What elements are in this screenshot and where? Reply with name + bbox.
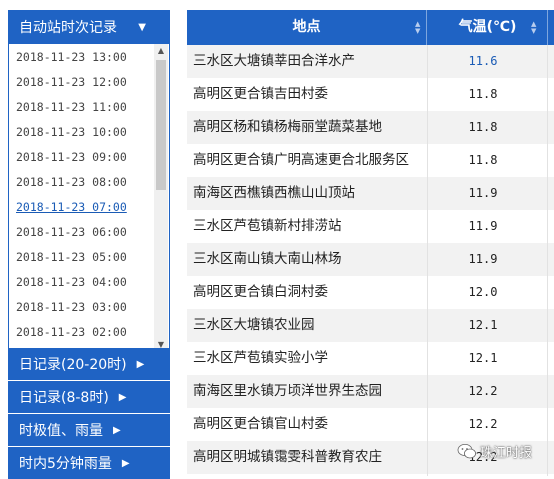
time-item[interactable]: 2018-11-23 11:00 (16, 97, 146, 117)
location-cell: 三水区大塘镇莘田合洋水产 (193, 53, 355, 69)
temperature-cell: 12.2 (468, 417, 498, 431)
temperature-cell: 11.8 (468, 120, 498, 134)
temperature-cell: 12.1 (468, 318, 498, 332)
wechat-icon (457, 443, 476, 458)
location-cell: 三水区芦苞镇新村排涝站 (193, 218, 342, 234)
time-item[interactable]: 2018-11-23 13:00 (16, 47, 146, 67)
column-divider (547, 45, 548, 476)
location-column-header[interactable]: 地点 (187, 10, 427, 45)
location-cell: 南海区西樵镇西樵山山顶站 (193, 185, 355, 201)
column-divider (427, 45, 428, 476)
hourly-records-title: 自动站时次记录 (19, 20, 117, 36)
table-row[interactable]: 三水区大塘镇农业园 12.1 (187, 309, 554, 342)
location-cell: 三水区芦苞镇实验小学 (193, 350, 328, 366)
left-panel: 自动站时次记录 ▼ 2018-11-23 13:00 2018-11-23 12… (8, 10, 170, 479)
location-cell: 高明区更合镇官山村委 (193, 416, 328, 432)
time-item[interactable]: 2018-11-23 04:00 (16, 272, 146, 292)
temperature-header-label: 气温(℃) (458, 19, 517, 35)
watermark-text: 珠江时报 (480, 445, 533, 461)
temperature-table: 地点 ▲ ▼ 气温(℃) ▲ ▼ 三水区大塘镇莘田合洋水产 11.6 高明区更合镇吉… (187, 10, 554, 476)
menu-label: 时极值、雨量 (19, 423, 103, 439)
caret-right-icon: ▶ (118, 391, 127, 403)
time-item[interactable]: 2018-11-23 09:00 (16, 147, 146, 167)
menu-label: 时内5分钟雨量 (19, 456, 112, 472)
sort-icon[interactable]: ▲ ▼ (531, 21, 539, 35)
table-row[interactable]: 高明区更合镇广明高速更合北服务区 11.8 (187, 144, 554, 177)
time-item[interactable]: 2018-11-23 03:00 (16, 297, 146, 317)
location-cell: 三水区南山镇大南山林场 (193, 251, 342, 267)
time-item[interactable]: 2018-11-23 06:00 (16, 222, 146, 242)
temperature-column-header[interactable]: 气温(℃) (428, 10, 548, 45)
location-cell: 三水区大塘镇农业园 (193, 317, 315, 333)
menu-hourly-extremes-rain[interactable]: 时极值、雨量 ▶ (8, 414, 170, 446)
time-item[interactable]: 2018-11-23 05:00 (16, 247, 146, 267)
caret-right-icon: ▶ (136, 358, 145, 370)
location-cell: 高明区更合镇广明高速更合北服务区 (193, 152, 409, 168)
table-row[interactable]: 三水区南山镇大南山林场 11.9 (187, 243, 554, 276)
table-row[interactable]: 高明区杨和镇杨梅丽堂蔬菜基地 11.8 (187, 111, 554, 144)
table-row[interactable]: 高明区更合镇吉田村委 11.8 (187, 78, 554, 111)
menu-daily-record-8-8[interactable]: 日记录(8-8时) ▶ (8, 381, 170, 413)
menu-daily-record-20-20[interactable]: 日记录(20-20时) ▶ (8, 348, 170, 380)
table-row[interactable]: 三水区芦苞镇实验小学 12.1 (187, 342, 554, 375)
table-row[interactable]: 南海区西樵镇西樵山山顶站 11.9 (187, 177, 554, 210)
table-row[interactable]: 三水区芦苞镇新村排涝站 11.9 (187, 210, 554, 243)
temperature-cell: 12.1 (468, 351, 498, 365)
time-list[interactable]: 2018-11-23 13:00 2018-11-23 12:00 2018-1… (8, 44, 170, 354)
time-item[interactable]: 2018-11-23 12:00 (16, 72, 146, 92)
temperature-cell: 11.8 (468, 153, 498, 167)
table-row[interactable]: 南海区里水镇万顷洋世界生态园 12.2 (187, 375, 554, 408)
temperature-cell: 11.9 (468, 252, 498, 266)
menu-label: 日记录(20-20时) (19, 357, 127, 373)
temperature-cell: 12.2 (468, 384, 498, 398)
time-list-scrollbar[interactable]: ▲ ▼ (154, 44, 168, 352)
time-item-selected[interactable]: 2018-11-23 07:00 (16, 197, 146, 217)
caret-right-icon: ▶ (121, 457, 130, 469)
temperature-cell: 11.9 (468, 186, 498, 200)
temperature-cell: 12.0 (468, 285, 498, 299)
temperature-cell: 11.8 (468, 87, 498, 101)
location-cell: 南海区里水镇万顷洋世界生态园 (193, 383, 382, 399)
location-cell: 高明区更合镇吉田村委 (193, 86, 328, 102)
location-cell: 高明区明城镇霭雯科普教育农庄 (193, 449, 382, 465)
menu-label: 日记录(8-8时) (19, 390, 109, 406)
caret-down-icon: ▼ (138, 22, 146, 33)
watermark: 珠江时报 (457, 440, 532, 462)
sort-icon[interactable]: ▲ ▼ (415, 21, 423, 35)
temperature-cell: 11.6 (468, 54, 498, 68)
location-header-label: 地点 (292, 19, 321, 35)
table-row[interactable]: 高明区更合镇官山村委 12.2 (187, 408, 554, 441)
table-header: 地点 ▲ ▼ 气温(℃) ▲ ▼ (187, 10, 554, 45)
table-row[interactable]: 高明区更合镇白洞村委 12.0 (187, 276, 554, 309)
time-item[interactable]: 2018-11-23 08:00 (16, 172, 146, 192)
scroll-up-icon[interactable]: ▲ (154, 44, 168, 58)
time-item[interactable]: 2018-11-23 02:00 (16, 322, 146, 342)
location-cell: 高明区杨和镇杨梅丽堂蔬菜基地 (193, 119, 382, 135)
table-row[interactable]: 三水区大塘镇莘田合洋水产 11.6 (187, 45, 554, 78)
menu-5min-rain[interactable]: 时内5分钟雨量 ▶ (8, 447, 170, 479)
time-item[interactable]: 2018-11-23 10:00 (16, 122, 146, 142)
temperature-cell: 11.9 (468, 219, 498, 233)
hourly-records-header[interactable]: 自动站时次记录 ▼ (8, 10, 170, 44)
scrollbar-thumb[interactable] (156, 60, 166, 190)
location-cell: 高明区更合镇白洞村委 (193, 284, 328, 300)
caret-right-icon: ▶ (113, 424, 121, 436)
